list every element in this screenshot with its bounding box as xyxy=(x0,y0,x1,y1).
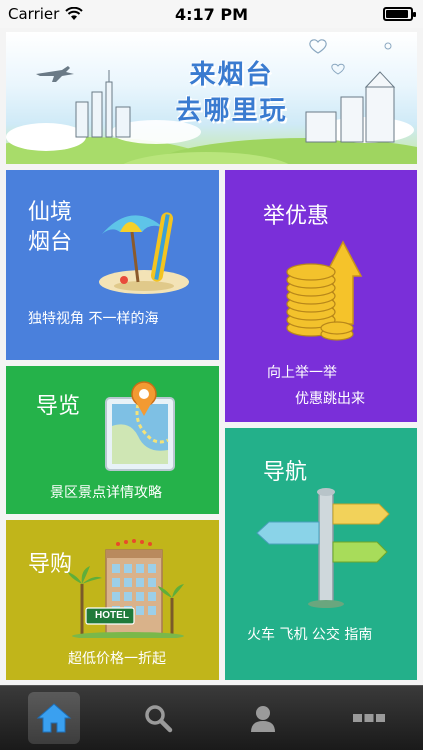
tile-juyouhui-subtitle-line1: 向上举一举 xyxy=(267,365,337,381)
tile-juyouhui-subtitle-line2: 优惠跳出来 xyxy=(295,391,365,407)
tile-daolan[interactable]: 导览 景区景点详情攻略 xyxy=(6,366,219,514)
tile-daogou-subtitle: 超低价格一折起 xyxy=(68,651,166,667)
tile-juyouhui-title: 举优惠 xyxy=(263,204,330,229)
tile-xianjing-title-line2: 烟台 xyxy=(28,230,73,255)
home-icon xyxy=(36,703,72,733)
tile-daolan-subtitle: 景区景点详情攻略 xyxy=(50,485,162,501)
tile-daohang-subtitle: 火车 飞机 公交 指南 xyxy=(247,627,373,643)
tile-daohang-title: 导航 xyxy=(263,460,308,485)
bottom-tab-bar xyxy=(0,685,423,750)
hotel-icon xyxy=(68,539,184,638)
tile-xianjing-subtitle: 独特视角 不一样的海 xyxy=(28,311,159,327)
hotel-sign-label: HOTEL xyxy=(95,610,129,621)
signpost-icon xyxy=(256,488,390,608)
tab-user[interactable] xyxy=(237,692,289,744)
more-icon xyxy=(353,714,385,722)
tab-more[interactable] xyxy=(343,692,395,744)
gold-coins-icon xyxy=(286,240,363,341)
tile-daohang[interactable]: 导航 火车 飞机 公交 指南 xyxy=(225,428,417,680)
tab-search[interactable] xyxy=(132,692,184,744)
hero-banner: 来烟台 去哪里玩 xyxy=(6,32,417,164)
tile-xianjing-yantai[interactable]: 仙境 烟台 独特视角 不一样的海 xyxy=(6,170,219,360)
battery-icon xyxy=(383,7,416,21)
user-icon xyxy=(251,706,275,732)
beach-umbrella-icon xyxy=(99,212,189,294)
status-time: 4:17 PM xyxy=(174,5,248,24)
map-pin-icon xyxy=(105,381,175,471)
tile-xianjing-title-line1: 仙境 xyxy=(28,200,73,225)
status-bar: Carrier 4:17 PM xyxy=(0,0,423,28)
tab-home[interactable] xyxy=(28,692,80,744)
tile-daogou[interactable]: 导购 HOTEL 超低价格一折起 xyxy=(6,520,219,680)
banner-title-line1: 来烟台 xyxy=(189,60,274,90)
tile-ju-youhui[interactable]: 举优惠 向上举一举 优惠跳出来 xyxy=(225,170,417,422)
tile-daolan-title: 导览 xyxy=(36,394,81,419)
search-icon xyxy=(145,705,173,733)
tile-daogou-title: 导购 xyxy=(28,552,73,577)
banner-title-line2: 去哪里玩 xyxy=(175,96,288,126)
